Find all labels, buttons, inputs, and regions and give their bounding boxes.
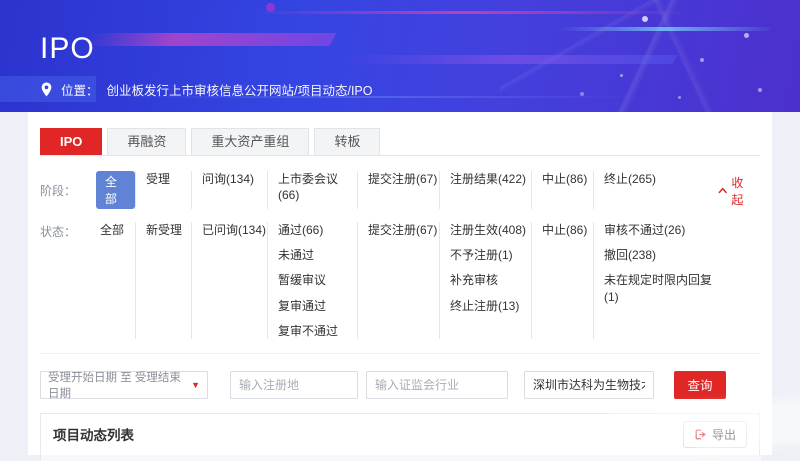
status-item-no-reply-in-time[interactable]: 未在规定时限内回复(1) — [604, 272, 718, 304]
export-label: 导出 — [712, 426, 736, 443]
table-header-row: 序号 发行人全称 审核状态 注册地 证监会行业 保荐机构 律师事务所 会计师事务… — [41, 455, 761, 461]
status-item-review-failed[interactable]: 审核不通过(26) — [604, 222, 718, 238]
content-card: IPO 再融资 重大资产重组 转板 阶段： 全部 受理 问询(134) 上市委会… — [28, 112, 772, 455]
status-item-submit-registration[interactable]: 提交注册(67) — [368, 222, 439, 238]
search-row: 受理开始日期 至 受理结束日期 ▼ 查询 — [40, 371, 760, 399]
header-update-date: 更新日期 — [623, 455, 693, 461]
status-item-review-not-passed[interactable]: 复审不通过 — [278, 323, 357, 339]
status-label: 状态： — [40, 222, 90, 240]
stage-item-all[interactable]: 全部 — [96, 171, 135, 209]
breadcrumb-label: 位置： — [61, 80, 99, 99]
status-item-registration-effective[interactable]: 注册生效(408) — [450, 222, 531, 238]
collapse-label: 收起 — [731, 174, 754, 208]
header-seq: 序号 — [41, 455, 83, 461]
status-item-newly-accepted[interactable]: 新受理 — [146, 222, 191, 238]
status-item-registration-denied[interactable]: 不予注册(1) — [450, 247, 531, 263]
csrc-industry-input[interactable] — [366, 371, 508, 399]
company-name-input[interactable] — [524, 371, 654, 399]
header-law-firm: 律师事务所 — [459, 455, 541, 461]
chevron-up-icon — [718, 187, 727, 194]
status-item-not-passed[interactable]: 未通过 — [278, 247, 357, 263]
table-title: 项目动态列表 — [53, 424, 134, 444]
status-item-deferred[interactable]: 暂缓审议 — [278, 272, 357, 288]
stage-filter-row: 阶段： 全部 受理 问询(134) 上市委会议(66) 提交注册(67) 注册结… — [40, 171, 760, 209]
stage-item-registration-result[interactable]: 注册结果(422) — [450, 171, 531, 187]
stage-label: 阶段： — [40, 181, 90, 199]
page-title: IPO — [40, 32, 95, 66]
header-accounting-firm: 会计师事务所 — [541, 455, 623, 461]
breadcrumb: 位置： 创业板发行上市审核信息公开网站/项目动态/IPO — [40, 80, 373, 99]
status-item-registration-terminated[interactable]: 终止注册(13) — [450, 298, 531, 314]
date-range-text: 受理开始日期 至 受理结束日期 — [48, 369, 191, 401]
header-sponsor: 保荐机构 — [395, 455, 459, 461]
tab-board-transfer[interactable]: 转板 — [314, 128, 380, 155]
header-csrc-industry: 证监会行业 — [325, 455, 395, 461]
header-issuer-name: 发行人全称 — [83, 455, 217, 461]
tab-ipo[interactable]: IPO — [40, 128, 102, 155]
tab-major-asset-restructuring[interactable]: 重大资产重组 — [191, 128, 309, 155]
status-item-suspended[interactable]: 中止(86) — [542, 222, 593, 238]
stage-item-committee-meeting[interactable]: 上市委会议(66) — [278, 171, 357, 203]
breadcrumb-path: 创业板发行上市审核信息公开网站/项目动态/IPO — [107, 80, 373, 99]
status-filter-row: 状态： 全部 新受理 已问询(134) 通过(66) 未通过 暂缓审议 复审通过… — [40, 222, 760, 354]
stage-item-accepted[interactable]: 受理 — [146, 171, 191, 187]
category-tabbar: IPO 再融资 重大资产重组 转板 — [40, 112, 760, 156]
header-acceptance-date: 受理日期 — [693, 455, 761, 461]
registry-place-input[interactable] — [230, 371, 358, 399]
tab-refinancing[interactable]: 再融资 — [107, 128, 186, 155]
date-range-picker[interactable]: 受理开始日期 至 受理结束日期 ▼ — [40, 371, 208, 399]
header-registry-place: 注册地 — [279, 455, 325, 461]
stage-item-inquiry[interactable]: 问询(134) — [202, 171, 267, 187]
collapse-toggle[interactable]: 收起 — [718, 174, 760, 208]
header-review-status: 审核状态 — [217, 455, 279, 461]
status-item-inquired[interactable]: 已问询(134) — [202, 222, 267, 238]
stage-item-submit-registration[interactable]: 提交注册(67) — [368, 171, 439, 187]
stage-item-suspended[interactable]: 中止(86) — [542, 171, 593, 187]
stage-item-terminated[interactable]: 终止(265) — [604, 171, 718, 187]
status-item-review-passed[interactable]: 复审通过 — [278, 298, 357, 314]
project-table: 序号 发行人全称 审核状态 注册地 证监会行业 保荐机构 律师事务所 会计师事务… — [41, 455, 761, 461]
query-button[interactable]: 查询 — [674, 371, 726, 399]
page-banner: IPO 位置： 创业板发行上市审核信息公开网站/项目动态/IPO — [0, 0, 800, 112]
location-pin-icon — [40, 82, 53, 97]
status-item-passed[interactable]: 通过(66) — [278, 222, 357, 238]
status-item-supplementary-review[interactable]: 补充审核 — [450, 272, 531, 288]
banner-network-graphic — [500, 0, 800, 112]
export-icon — [694, 428, 707, 441]
status-item-all[interactable]: 全部 — [100, 222, 135, 238]
export-button[interactable]: 导出 — [683, 421, 747, 448]
status-item-withdrawn[interactable]: 撤回(238) — [604, 247, 718, 263]
caret-down-icon: ▼ — [191, 380, 200, 390]
project-table-card: 项目动态列表 导出 序号 发行人全称 审核状态 — [40, 413, 760, 461]
